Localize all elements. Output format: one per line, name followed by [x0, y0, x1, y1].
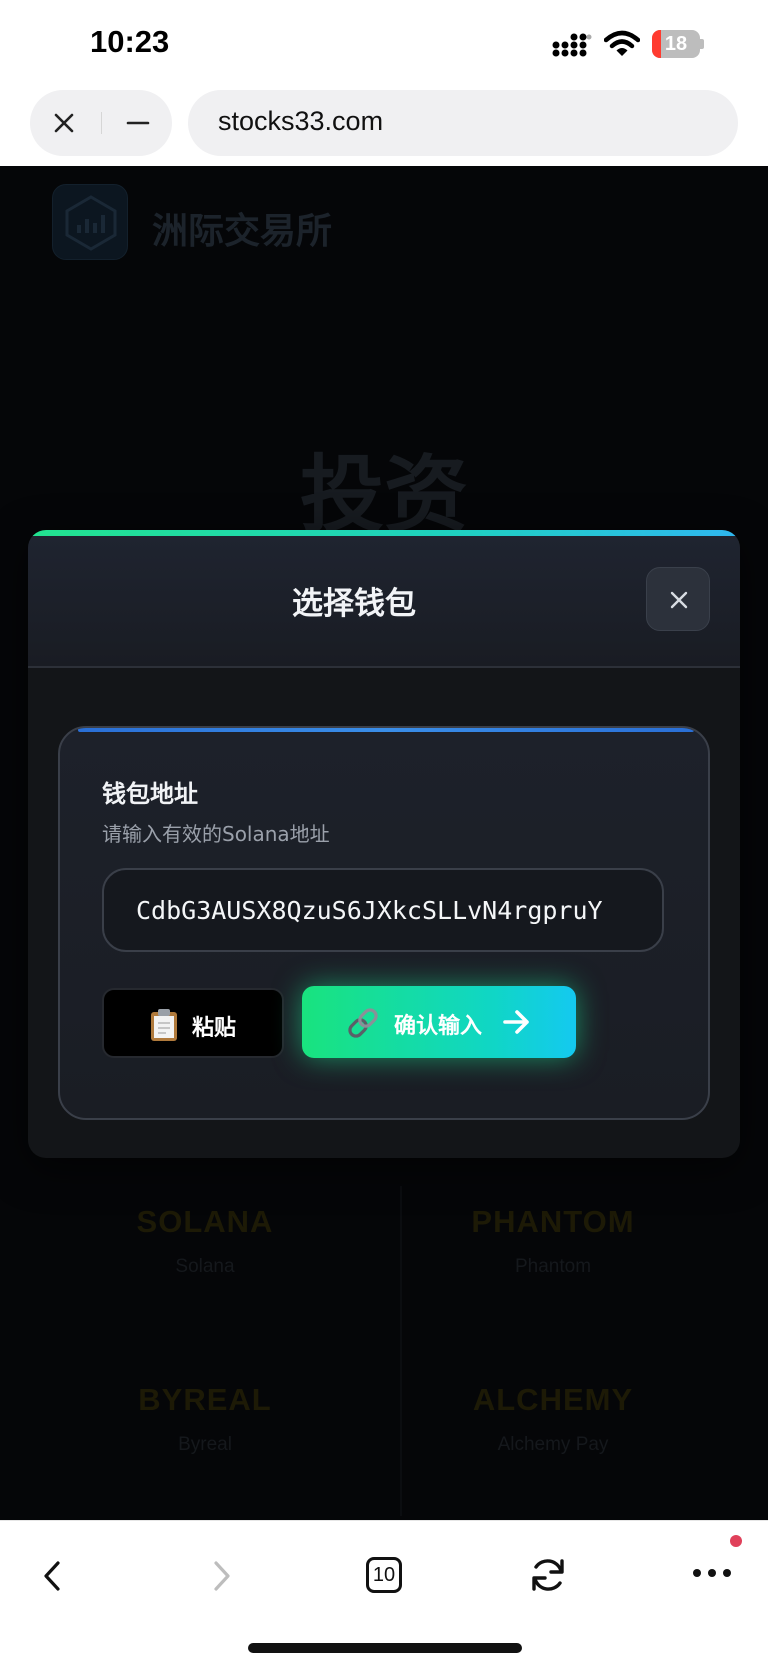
wallet-card-byreal[interactable]: BYREAL Byreal — [40, 1364, 370, 1520]
wifi-icon — [604, 30, 640, 56]
chart-logo-icon — [65, 195, 117, 251]
wallet-name: BYREAL — [138, 1382, 272, 1417]
address-label: 钱包地址 — [102, 780, 198, 808]
status-bar: 10:23 18 — [0, 0, 768, 90]
link-icon — [348, 1008, 378, 1038]
signal-icon — [552, 33, 592, 57]
wallet-address-input[interactable] — [102, 868, 664, 952]
wallet-name: ALCHEMY — [472, 1382, 634, 1417]
wallet-card-phantom[interactable]: PHANTOM Phantom — [388, 1186, 718, 1346]
confirm-input-button[interactable]: 确认输入 — [302, 986, 576, 1058]
wallet-card-alchemy[interactable]: ALCHEMY Alchemy Pay — [388, 1364, 718, 1520]
browser-toolbar: stocks33.com — [0, 90, 768, 166]
paste-button[interactable]: 粘贴 — [102, 988, 284, 1058]
grid-divider — [400, 1186, 402, 1516]
wallet-card-solana[interactable]: SOLANA Solana — [40, 1186, 370, 1346]
address-card: 钱包地址 请输入有效的Solana地址 粘贴 确认输入 — [58, 726, 710, 1120]
modal-title: 选择钱包 — [292, 586, 416, 622]
arrow-right-icon — [503, 1010, 529, 1034]
paste-label: 粘贴 — [192, 1016, 237, 1041]
confirm-label: 确认输入 — [394, 1014, 483, 1039]
address-hint: 请输入有效的Solana地址 — [102, 822, 330, 846]
url-text: stocks33.com — [218, 106, 384, 136]
card-accent-bar — [78, 728, 694, 732]
wallet-sub: Byreal — [178, 1434, 232, 1455]
forward-icon[interactable] — [204, 1557, 238, 1595]
notification-dot — [730, 1535, 742, 1547]
exchange-logo — [52, 184, 128, 260]
battery-icon: 18 — [652, 30, 704, 58]
tab-controls — [30, 90, 172, 156]
more-icon[interactable] — [692, 1565, 732, 1581]
brand-name: 洲际交易所 — [152, 211, 333, 252]
tabs-count: 10 — [372, 1564, 396, 1586]
close-icon — [670, 591, 688, 609]
tabs-button[interactable]: 10 — [366, 1557, 402, 1593]
close-icon[interactable] — [48, 107, 80, 139]
wallet-sub: Solana — [175, 1256, 235, 1277]
wallet-name: PHANTOM — [471, 1204, 635, 1239]
wallet-sub: Phantom — [514, 1256, 592, 1277]
wallet-modal: 选择钱包 钱包地址 请输入有效的Solana地址 粘贴 — [28, 530, 740, 1158]
wallet-name: SOLANA — [136, 1204, 274, 1239]
wallet-sub: Alchemy Pay — [497, 1434, 609, 1455]
divider — [101, 112, 102, 134]
back-icon[interactable] — [36, 1557, 70, 1595]
modal-close-button[interactable] — [646, 567, 710, 631]
bottom-toolbar: 10 — [0, 1520, 768, 1661]
reload-icon[interactable] — [528, 1555, 568, 1595]
home-indicator — [248, 1643, 522, 1653]
minimize-icon[interactable] — [122, 107, 154, 139]
battery-level: 18 — [664, 33, 688, 55]
address-bar[interactable]: stocks33.com — [188, 90, 738, 156]
clipboard-icon — [151, 1009, 177, 1041]
status-time: 10:23 — [90, 24, 170, 59]
modal-header: 选择钱包 — [28, 536, 740, 668]
